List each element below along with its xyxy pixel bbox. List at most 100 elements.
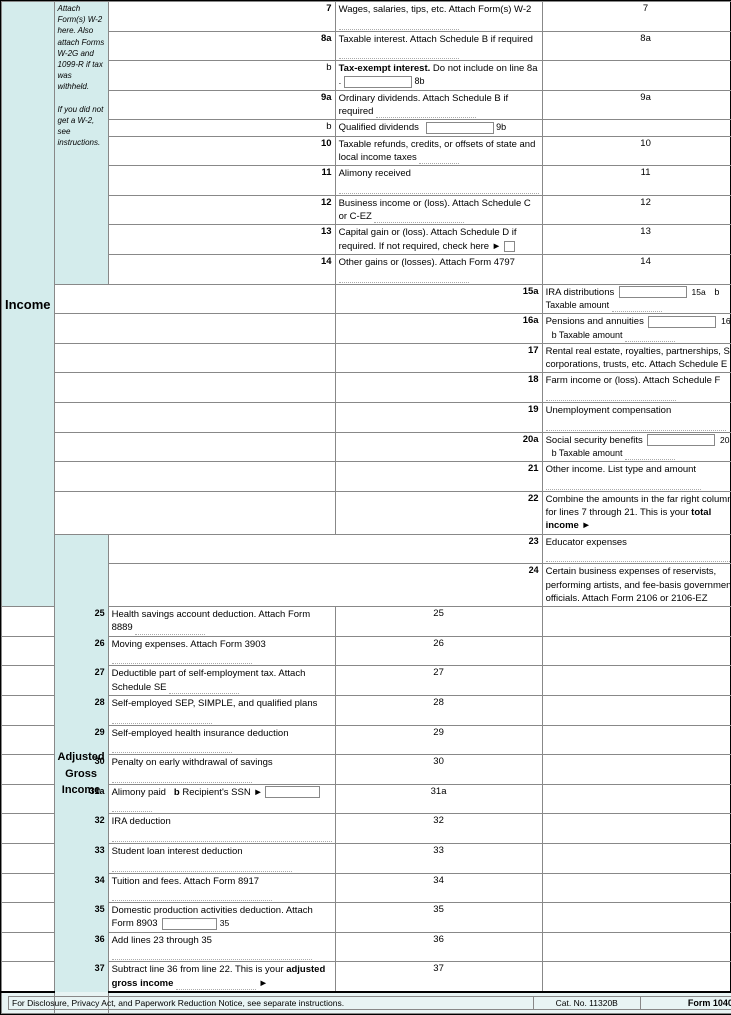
input-26[interactable] (542, 636, 731, 666)
line-33-row: 33 Student loan interest deduction 33 (2, 843, 731, 873)
line-13-row: 13 Capital gain or (loss). Attach Schedu… (2, 225, 731, 255)
input-31a[interactable] (542, 784, 731, 814)
line-30-row: 30 Penalty on early withdrawal of saving… (2, 755, 731, 785)
value-box-26: 26 (335, 636, 542, 666)
attach-note: Attach Form(s) W-2 here. Also attach For… (54, 2, 108, 285)
value-box-33: 33 (335, 843, 542, 873)
line-desc-9a: Ordinary dividends. Attach Schedule B if… (335, 90, 542, 120)
input-30[interactable] (542, 755, 731, 785)
line-18-row: 18 Farm income or (loss). Attach Schedul… (2, 373, 731, 403)
line-num-20a: 20a (335, 432, 542, 462)
line-20a-row: 20a Social security benefits 20a b Taxab… (2, 432, 731, 462)
value-box-8b (542, 61, 731, 91)
line-num-15a: 15a (335, 284, 542, 314)
line-num-37: 37 (2, 962, 109, 992)
line-28-row: 28 Self-employed SEP, SIMPLE, and qualif… (2, 695, 731, 725)
line-num-19: 19 (335, 403, 542, 433)
line-num-22: 22 (335, 491, 542, 534)
line-11-row: 11 Alimony received 11 (2, 166, 731, 196)
line-num-23: 23 (108, 534, 542, 564)
line-desc-34: Tuition and fees. Attach Form 8917 (108, 873, 335, 903)
line-num-28: 28 (2, 695, 109, 725)
line-16a-row: 16a Pensions and annuities 16a b Taxable… (2, 314, 731, 344)
line-desc-22: Combine the amounts in the far right col… (542, 491, 731, 534)
income-section-row: Income Attach Form(s) W-2 here. Also att… (2, 2, 731, 32)
value-box-34: 34 (335, 873, 542, 903)
line-8a-row: 8a Taxable interest. Attach Schedule B i… (2, 31, 731, 61)
line-desc-13: Capital gain or (loss). Attach Schedule … (335, 225, 542, 255)
input-35[interactable] (542, 903, 731, 933)
line-desc-24: Certain business expenses of reservists,… (542, 564, 731, 607)
line-num-16a: 16a (335, 314, 542, 344)
value-box-25: 25 (335, 607, 542, 637)
line-num-13: 13 (108, 225, 335, 255)
line-34-row: 34 Tuition and fees. Attach Form 8917 34 (2, 873, 731, 903)
input-33[interactable] (542, 843, 731, 873)
input-37[interactable] (542, 962, 731, 992)
line-num-25: 25 (2, 607, 109, 637)
input-34[interactable] (542, 873, 731, 903)
line-desc-36: Add lines 23 through 35 (108, 932, 335, 962)
line-29-row: 29 Self-employed health insurance deduct… (2, 725, 731, 755)
line-desc-18: Farm income or (loss). Attach Schedule F (542, 373, 731, 403)
value-box-9b (542, 120, 731, 136)
input-32[interactable] (542, 814, 731, 844)
value-box-27: 27 (335, 666, 542, 696)
line-8b-row: b Tax-exempt interest. Do not include on… (2, 61, 731, 91)
agi-section-row: AdjustedGrossIncome 23 Educator expenses… (2, 534, 731, 564)
line-desc-29: Self-employed health insurance deduction (108, 725, 335, 755)
line-desc-8b: Tax-exempt interest. Do not include on l… (335, 61, 542, 91)
line-num-8a: 8a (108, 31, 335, 61)
line-desc-25: Health savings account deduction. Attach… (108, 607, 335, 637)
line-12-row: 12 Business income or (loss). Attach Sch… (2, 195, 731, 225)
line-desc-27: Deductible part of self-employment tax. … (108, 666, 335, 696)
main-table: Income Attach Form(s) W-2 here. Also att… (1, 1, 731, 1014)
value-box-11: 11 (542, 166, 731, 196)
line-num-33: 33 (2, 843, 109, 873)
value-box-37: 37 (335, 962, 542, 992)
line-num-14: 14 (108, 255, 335, 285)
line-9b-row: b Qualified dividends 9b (2, 120, 731, 136)
line-desc-19: Unemployment compensation (542, 403, 731, 433)
line-num-10: 10 (108, 136, 335, 166)
line-num-18: 18 (335, 373, 542, 403)
line-desc-23: Educator expenses (542, 534, 731, 564)
input-28[interactable] (542, 695, 731, 725)
line-32-row: 32 IRA deduction 32 (2, 814, 731, 844)
line-desc-16a: Pensions and annuities 16a b Taxable amo… (542, 314, 731, 344)
line-desc-35: Domestic production activities deduction… (108, 903, 335, 933)
line-desc-37: Subtract line 36 from line 22. This is y… (108, 962, 335, 992)
input-27[interactable] (542, 666, 731, 696)
value-box-13: 13 (542, 225, 731, 255)
value-box-30: 30 (335, 755, 542, 785)
footer-privacy: For Disclosure, Privacy Act, and Paperwo… (9, 996, 534, 1009)
line-num-26: 26 (2, 636, 109, 666)
value-box-28: 28 (335, 695, 542, 725)
line-desc-10: Taxable refunds, credits, or offsets of … (335, 136, 542, 166)
line-num-9a: 9a (108, 90, 335, 120)
line-num-17: 17 (335, 343, 542, 373)
line-desc-30: Penalty on early withdrawal of savings (108, 755, 335, 785)
line-num-21: 21 (335, 462, 542, 492)
line-9a-row: 9a Ordinary dividends. Attach Schedule B… (2, 90, 731, 120)
line-desc-14: Other gains or (losses). Attach Form 479… (335, 255, 542, 285)
footer-cat: Cat. No. 11320B (533, 996, 640, 1009)
line-24-row: 24 Certain business expenses of reservis… (2, 564, 731, 607)
value-box-35: 35 (335, 903, 542, 933)
line-27-row: 27 Deductible part of self-employment ta… (2, 666, 731, 696)
value-box-10: 10 (542, 136, 731, 166)
line-desc-28: Self-employed SEP, SIMPLE, and qualified… (108, 695, 335, 725)
line-26-row: 26 Moving expenses. Attach Form 3903 26 (2, 636, 731, 666)
input-25[interactable] (542, 607, 731, 637)
line-25-row: 25 Health savings account deduction. Att… (2, 607, 731, 637)
line-19-row: 19 Unemployment compensation 19 (2, 403, 731, 433)
line-desc-11: Alimony received (335, 166, 542, 196)
input-29[interactable] (542, 725, 731, 755)
line-desc-32: IRA deduction (108, 814, 335, 844)
line-num-27: 27 (2, 666, 109, 696)
line-num-11: 11 (108, 166, 335, 196)
line-num-31a: 31a (2, 784, 109, 814)
footer-form: Form 1040 (2016) (640, 996, 731, 1009)
value-box-8a: 8a (542, 31, 731, 61)
input-36[interactable] (542, 932, 731, 962)
